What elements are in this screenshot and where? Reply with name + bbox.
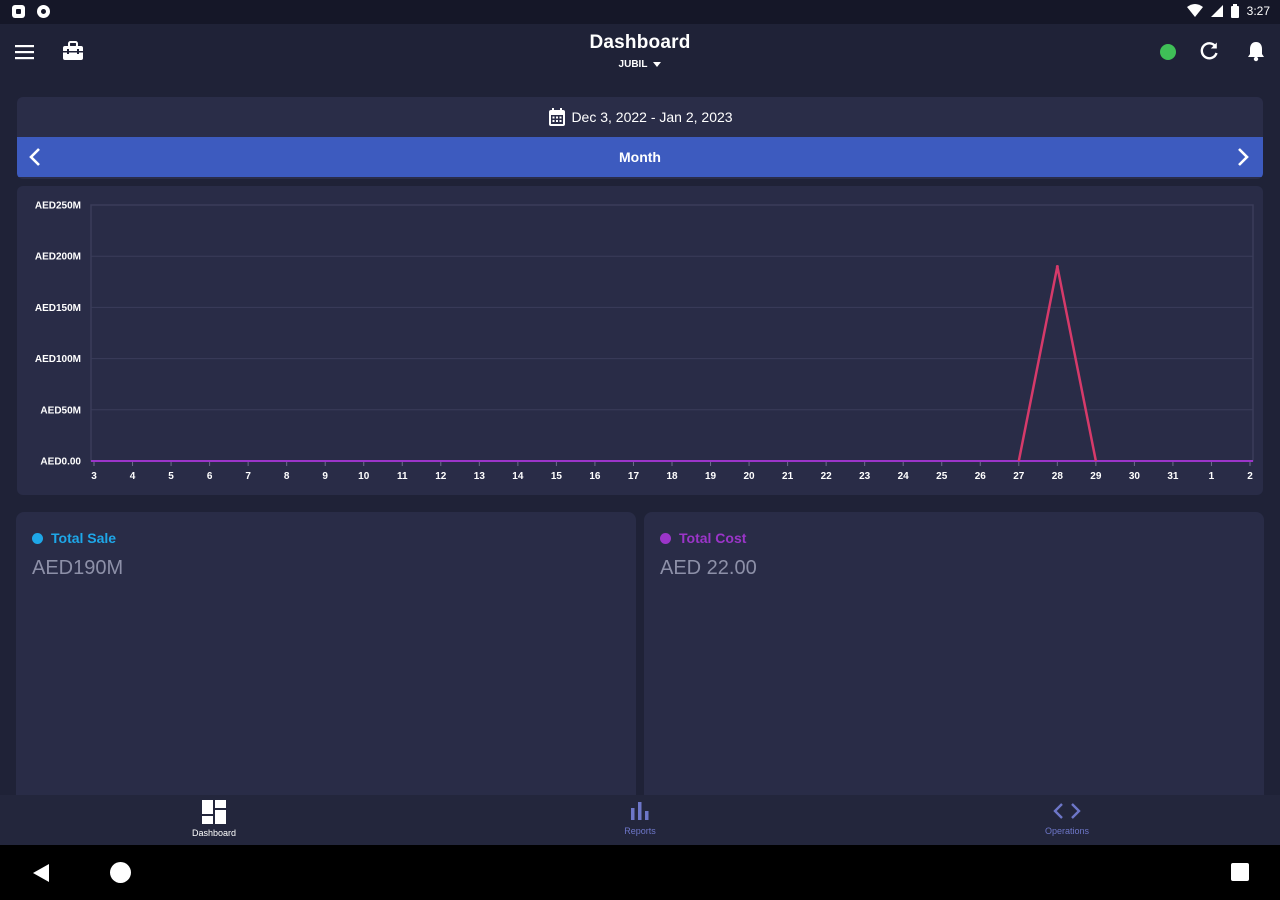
total-sale-legend-dot: [32, 532, 43, 544]
date-range-card: Dec 3, 2022 - Jan 2, 2023 Month: [17, 97, 1263, 179]
chevron-right-icon[interactable]: [1231, 146, 1253, 168]
chart-plot-frame: [90, 204, 1254, 462]
x-tick-label: 30: [1129, 471, 1141, 482]
x-tick-label: 20: [744, 471, 756, 482]
page-title: Dashboard: [589, 32, 691, 53]
x-tick-label: 19: [705, 471, 717, 482]
home-icon[interactable]: [110, 862, 131, 883]
x-tick-label: 13: [474, 471, 486, 482]
y-tick-label: AED100M: [35, 354, 81, 365]
x-tick-label: 1: [1209, 471, 1215, 482]
x-tick-label: 24: [898, 471, 910, 482]
connection-status-indicator: [1160, 44, 1176, 60]
code-icon: [1053, 803, 1081, 819]
date-range-picker[interactable]: Dec 3, 2022 - Jan 2, 2023: [17, 97, 1263, 137]
x-tick-label: 21: [782, 471, 794, 482]
back-icon[interactable]: [30, 862, 52, 884]
x-tick-label: 2: [1247, 471, 1253, 482]
x-tick-label: 23: [859, 471, 871, 482]
total-cost-card[interactable]: Total Cost AED 22.00: [644, 512, 1264, 812]
x-tick-label: 18: [666, 471, 678, 482]
x-tick-label: 26: [975, 471, 987, 482]
chevron-down-icon: [653, 62, 662, 67]
period-selector: Month: [17, 137, 1263, 177]
x-tick-label: 3: [91, 471, 97, 482]
sales-line-chart: AED0.00 AED50M AED100M AED150M AED200M AED250…: [35, 201, 1254, 482]
date-range-label: Dec 3, 2022 - Jan 2, 2023: [571, 109, 733, 125]
total-sale-card[interactable]: Total Sale AED190M: [16, 512, 636, 812]
nav-operations[interactable]: Operations: [1007, 799, 1127, 836]
x-tick-label: 4: [130, 471, 136, 482]
x-tick-label: 5: [168, 471, 174, 482]
nav-dashboard[interactable]: Dashboard: [154, 799, 274, 838]
y-tick-label: AED0.00: [40, 457, 81, 468]
company-name: JUBIL: [618, 59, 648, 70]
total-sale-value: AED190M: [32, 557, 124, 579]
dashboard-icon: [202, 800, 226, 824]
x-tick-label: 7: [245, 471, 251, 482]
status-bar: 3:27: [0, 0, 1280, 24]
sale-series-line: [1017, 266, 1098, 462]
calendar-icon: [549, 108, 566, 126]
x-tick-label: 27: [1013, 471, 1025, 482]
x-tick-label: 11: [397, 471, 408, 482]
bar-chart-icon: [631, 802, 649, 820]
x-tick-label: 28: [1052, 471, 1064, 482]
nav-dashboard-label: Dashboard: [191, 828, 237, 838]
company-selector[interactable]: JUBIL: [619, 59, 662, 70]
x-tick-label: 12: [435, 471, 447, 482]
y-tick-label: AED250M: [35, 201, 81, 212]
x-tick-label: 14: [512, 471, 524, 482]
refresh-icon[interactable]: [1198, 40, 1220, 62]
x-tick-label: 17: [628, 471, 640, 482]
x-tick-label: 9: [322, 471, 328, 482]
nav-operations-label: Operations: [1044, 826, 1090, 836]
x-tick-label: 25: [936, 471, 948, 482]
notification-sync-icon: [37, 5, 50, 18]
total-sale-label: Total Sale: [51, 530, 117, 546]
nav-reports-label: Reports: [624, 826, 656, 836]
sale-data-point: [1055, 264, 1059, 268]
wifi-icon: [1186, 4, 1203, 17]
total-cost-label: Total Cost: [679, 530, 747, 546]
battery-icon: [1230, 4, 1239, 18]
y-tick-label: AED200M: [35, 252, 81, 263]
recents-icon[interactable]: [1231, 863, 1249, 881]
period-label: Month: [619, 149, 661, 165]
y-tick-label: AED150M: [35, 303, 81, 314]
bell-icon[interactable]: [1245, 40, 1267, 62]
notification-app-icon: [12, 5, 25, 18]
x-tick-label: 15: [551, 471, 563, 482]
x-tick-label: 16: [589, 471, 601, 482]
nav-reports[interactable]: Reports: [580, 799, 700, 836]
total-cost-legend-dot: [660, 532, 671, 544]
status-time: 3:27: [1246, 4, 1270, 18]
bottom-navigation: Dashboard Reports Operations: [0, 795, 1280, 845]
x-tick-label: 8: [284, 471, 290, 482]
x-tick-label: 10: [358, 471, 370, 482]
x-tick-label: 6: [207, 471, 213, 482]
system-navigation-bar: [0, 845, 1280, 900]
app-bar: Dashboard JUBIL: [0, 24, 1280, 80]
total-cost-value: AED 22.00: [660, 557, 757, 579]
cell-signal-icon: [1210, 5, 1223, 17]
sales-chart-card: AED0.00 AED50M AED100M AED150M AED200M AED250…: [17, 186, 1263, 495]
x-tick-label: 29: [1090, 471, 1102, 482]
x-tick-label: 22: [821, 471, 833, 482]
y-tick-label: AED50M: [40, 405, 81, 416]
x-tick-label: 31: [1167, 471, 1179, 482]
